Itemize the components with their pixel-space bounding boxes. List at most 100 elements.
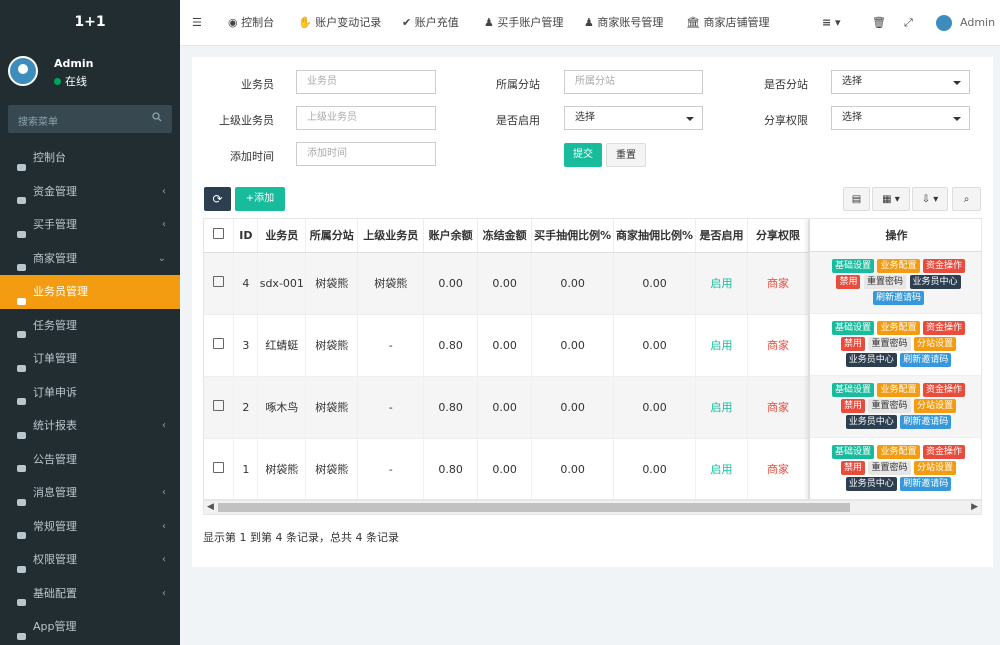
sidebar-item-8[interactable]: 统计报表 ‹ (0, 409, 180, 443)
admin-menu[interactable]: Admin (936, 0, 995, 46)
sidebar-item-13[interactable]: 基础配置 ‹ (0, 577, 180, 611)
disable-button[interactable]: 禁用 (840, 399, 865, 413)
sidebar-item-6[interactable]: 订单管理 (0, 342, 180, 376)
sidebar-item-7[interactable]: 订单申诉 (0, 376, 180, 410)
col-seller-rate[interactable]: 商家抽佣比例% (613, 219, 697, 253)
tab-account-changes[interactable]: ✋ 账户变动记录 (298, 0, 381, 46)
reset-password-button[interactable]: 重置密码 (868, 337, 911, 351)
tab-recharge[interactable]: ✔ 账户充值 (402, 0, 459, 46)
table-row[interactable]: 2 啄木鸟 树袋熊 -0.80 0.00 0.00 0.00 启用 商家 (204, 376, 809, 439)
col-parent[interactable]: 上级业务员 (357, 219, 425, 253)
card-view-icon[interactable]: ▤ (843, 187, 870, 211)
tab-buyer-accounts[interactable]: ♟ 买手账户管理 (484, 0, 563, 46)
row-checkbox-cell[interactable] (204, 252, 235, 315)
sidebar-item-10[interactable]: 消息管理 ‹ (0, 476, 180, 510)
sidebar-item-2[interactable]: 买手管理 ‹ (0, 208, 180, 242)
refresh-invite-button[interactable]: 刷新邀请码 (900, 415, 952, 429)
salesman-center-button[interactable]: 业务员中心 (845, 415, 897, 429)
checkbox[interactable] (213, 276, 225, 287)
col-enabled[interactable]: 是否启用 (695, 219, 748, 253)
table-row[interactable]: 3 红蜻蜓 树袋熊 -0.80 0.00 0.00 0.00 启用 商家 (204, 314, 809, 377)
search-icon[interactable] (152, 112, 162, 122)
fund-operation-button[interactable]: 资金操作 (923, 321, 966, 335)
refresh-invite-button[interactable]: 刷新邀请码 (900, 477, 952, 491)
disable-button[interactable]: 禁用 (836, 275, 861, 289)
reset-password-button[interactable]: 重置密码 (868, 399, 911, 413)
sidebar-item-0[interactable]: 控制台 (0, 141, 180, 175)
table-row[interactable]: 1 树袋熊 树袋熊 -0.80 0.00 0.00 0.00 启用 商家 (204, 438, 809, 499)
reset-password-button[interactable]: 重置密码 (868, 461, 911, 475)
row-checkbox-cell[interactable] (204, 376, 235, 439)
add-button[interactable]: +添加 (235, 187, 285, 211)
share-select[interactable]: 选择 (831, 106, 970, 130)
sidebar-search-input[interactable]: 搜索菜单 (8, 105, 172, 133)
select-all-checkbox[interactable] (204, 219, 235, 253)
is-branch-select[interactable]: 选择 (831, 70, 970, 94)
reset-button[interactable]: 重置 (606, 143, 646, 167)
col-salesman[interactable]: 业务员 (257, 219, 307, 253)
time-input[interactable]: 添加时间 (296, 142, 436, 166)
salesman-input[interactable]: 业务员 (296, 70, 436, 94)
col-id[interactable]: ID (233, 219, 259, 253)
branch-settings-button[interactable]: 分站设置 (914, 399, 957, 413)
table-row[interactable]: 4 sdx-001 树袋熊 树袋熊 0.00 0.00 0.00 0.00 启用 商家 (204, 252, 809, 315)
enabled-select[interactable]: 选择 (564, 106, 703, 130)
fund-operation-button[interactable]: 资金操作 (923, 445, 966, 459)
sidebar-item-9[interactable]: 公告管理 (0, 443, 180, 477)
tab-merchant-shops[interactable]: 🏛 商家店铺管理 (686, 0, 769, 46)
col-frozen[interactable]: 冻结金额 (477, 219, 533, 253)
scrollbar-thumb[interactable] (218, 503, 850, 512)
tab-merchant-accounts[interactable]: ♟ 商家账号管理 (584, 0, 663, 46)
refresh-invite-button[interactable]: 刷新邀请码 (872, 291, 924, 305)
business-config-button[interactable]: 业务配置 (877, 259, 920, 273)
fullscreen-icon[interactable]: ⤢ (904, 0, 913, 46)
tab-dashboard[interactable]: ◉ 控制台 (228, 0, 274, 46)
checkbox[interactable] (213, 228, 225, 240)
submit-button[interactable]: 提交 (564, 143, 602, 167)
col-branch[interactable]: 所属分站 (305, 219, 359, 253)
col-balance[interactable]: 账户余额 (423, 219, 479, 253)
menu-toggle-icon[interactable]: ☰ (192, 0, 202, 46)
salesman-center-button[interactable]: 业务员中心 (845, 353, 897, 367)
sidebar-item-5[interactable]: 任务管理 (0, 309, 180, 343)
business-config-button[interactable]: 业务配置 (877, 321, 920, 335)
app-logo[interactable]: 1+1 (0, 0, 180, 45)
row-checkbox-cell[interactable] (204, 314, 235, 377)
export-icon[interactable]: ⇩ ▾ (912, 187, 948, 211)
trash-icon[interactable]: 🗑 (872, 0, 886, 46)
disable-button[interactable]: 禁用 (840, 337, 865, 351)
refresh-invite-button[interactable]: 刷新邀请码 (900, 353, 952, 367)
sidebar-item-14[interactable]: App管理 (0, 610, 180, 644)
basic-settings-button[interactable]: 基础设置 (831, 321, 874, 335)
tabs-dropdown-icon[interactable]: ≡ ▾ (822, 0, 841, 46)
fund-operation-button[interactable]: 资金操作 (923, 259, 966, 273)
sidebar-item-12[interactable]: 权限管理 ‹ (0, 543, 180, 577)
branch-input[interactable]: 所属分站 (564, 70, 703, 94)
basic-settings-button[interactable]: 基础设置 (831, 383, 874, 397)
sidebar-item-3[interactable]: 商家管理 ⌄ (0, 242, 180, 276)
columns-icon[interactable]: ▦ ▾ (872, 187, 910, 211)
horizontal-scrollbar[interactable]: ◀ ▶ (203, 500, 982, 515)
sidebar-item-4[interactable]: 业务员管理 (0, 275, 180, 309)
checkbox[interactable] (213, 400, 225, 411)
salesman-center-button[interactable]: 业务员中心 (845, 477, 897, 491)
salesman-center-button[interactable]: 业务员中心 (909, 275, 961, 289)
checkbox[interactable] (213, 462, 225, 473)
basic-settings-button[interactable]: 基础设置 (831, 259, 874, 273)
basic-settings-button[interactable]: 基础设置 (831, 445, 874, 459)
row-checkbox-cell[interactable] (204, 438, 235, 499)
col-share[interactable]: 分享权限 (747, 219, 809, 253)
business-config-button[interactable]: 业务配置 (877, 383, 920, 397)
sidebar-item-11[interactable]: 常规管理 ‹ (0, 510, 180, 544)
scroll-left-icon[interactable]: ◀ (207, 501, 214, 514)
parent-input[interactable]: 上级业务员 (296, 106, 436, 130)
search-toggle-icon[interactable]: ⌕ (952, 187, 981, 211)
disable-button[interactable]: 禁用 (840, 461, 865, 475)
branch-settings-button[interactable]: 分站设置 (914, 337, 957, 351)
reset-password-button[interactable]: 重置密码 (863, 275, 906, 289)
fund-operation-button[interactable]: 资金操作 (923, 383, 966, 397)
business-config-button[interactable]: 业务配置 (877, 445, 920, 459)
branch-settings-button[interactable]: 分站设置 (914, 461, 957, 475)
col-buyer-rate[interactable]: 买手抽佣比例% (531, 219, 615, 253)
sidebar-item-1[interactable]: 资金管理 ‹ (0, 175, 180, 209)
